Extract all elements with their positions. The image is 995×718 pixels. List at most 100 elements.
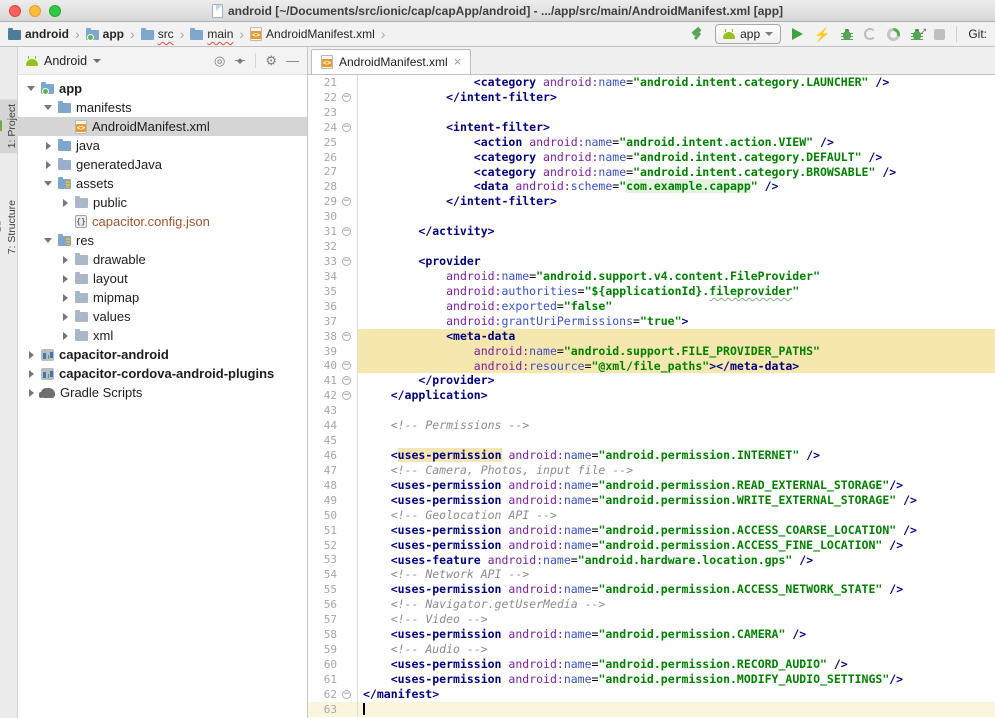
minimize-window-button[interactable] [29, 5, 41, 17]
code-line[interactable]: 58 <uses-permission android:name="androi… [308, 627, 995, 642]
code-line[interactable]: 46 <uses-permission android:name="androi… [308, 448, 995, 463]
tree-item-androidmanifest-xml[interactable]: AndroidManifest.xml [18, 117, 307, 136]
code-line[interactable]: 47 <!-- Camera, Photos, input file --> [308, 463, 995, 478]
code-line[interactable]: 50 <!-- Geolocation API --> [308, 508, 995, 523]
tree-expand-icon[interactable] [41, 161, 55, 169]
fold-marker-icon[interactable]: − [337, 257, 356, 266]
code-line[interactable]: 63 [308, 702, 995, 717]
run-configuration-select[interactable]: app [715, 24, 781, 44]
project-view-selector[interactable]: Android [44, 54, 87, 68]
tree-item-gradle-scripts[interactable]: Gradle Scripts [18, 383, 307, 402]
fold-marker-icon[interactable]: − [337, 227, 356, 236]
code-line[interactable]: 36 android:exported="false" [308, 299, 995, 314]
code-line[interactable]: 56 <!-- Navigator.getUserMedia --> [308, 597, 995, 612]
code-line[interactable]: 39 android:name="android.support.FILE_PR… [308, 344, 995, 359]
code-line[interactable]: 53 <uses-feature android:name="android.h… [308, 553, 995, 568]
code-line[interactable]: 62−</manifest> [308, 687, 995, 702]
code-line[interactable]: 29− </intent-filter> [308, 194, 995, 209]
coverage-icon[interactable] [864, 28, 876, 40]
code-line[interactable]: 37 android:grantUriPermissions="true"> [308, 314, 995, 329]
tree-expand-icon[interactable] [41, 142, 55, 150]
code-line[interactable]: 32 [308, 239, 995, 254]
tree-expand-icon[interactable] [58, 332, 72, 340]
tree-item-capacitor-config-json[interactable]: {}capacitor.config.json [18, 212, 307, 231]
code-line[interactable]: 49 <uses-permission android:name="androi… [308, 493, 995, 508]
tree-item-manifests[interactable]: manifests [18, 98, 307, 117]
code-line[interactable]: 59 <!-- Audio --> [308, 642, 995, 657]
tree-expand-icon[interactable] [24, 389, 38, 397]
tree-expand-icon[interactable] [24, 351, 38, 359]
code-line[interactable]: 28 <data android:scheme="com.example.cap… [308, 179, 995, 194]
code-line[interactable]: 44 <!-- Permissions --> [308, 418, 995, 433]
tool-window-button-1-project[interactable]: 1: Project [0, 99, 18, 153]
collapse-all-icon[interactable] [234, 55, 246, 67]
tree-item-app[interactable]: app [18, 79, 307, 98]
attach-debugger-button[interactable]: ↗ [911, 28, 923, 41]
tree-item-java[interactable]: java [18, 136, 307, 155]
close-icon[interactable]: × [454, 56, 462, 68]
code-line[interactable]: 40− android:resource="@xml/file_paths"><… [308, 359, 995, 374]
fold-marker-icon[interactable]: − [337, 332, 356, 341]
code-line[interactable]: 33− <provider [308, 254, 995, 269]
code-line[interactable]: 60 <uses-permission android:name="androi… [308, 657, 995, 672]
code-line[interactable]: 25 <action android:name="android.intent.… [308, 135, 995, 150]
tree-item-xml[interactable]: xml [18, 326, 307, 345]
code-line[interactable]: 57 <!-- Video --> [308, 612, 995, 627]
breadcrumb-item[interactable]: android [8, 27, 69, 41]
tree-item-assets[interactable]: assets [18, 174, 307, 193]
tree-expand-icon[interactable] [24, 86, 38, 91]
editor-tab[interactable]: AndroidManifest.xml × [311, 49, 471, 74]
code-line[interactable]: 55 <uses-permission android:name="androi… [308, 582, 995, 597]
fold-marker-icon[interactable]: − [337, 376, 356, 385]
code-line[interactable]: 27 <category android:name="android.inten… [308, 165, 995, 180]
tree-item-mipmap[interactable]: mipmap [18, 288, 307, 307]
fold-marker-icon[interactable]: − [337, 197, 356, 206]
fold-marker-icon[interactable]: − [337, 690, 356, 699]
git-branch-label[interactable]: Git: [968, 27, 987, 41]
tree-expand-icon[interactable] [58, 256, 72, 264]
tree-item-res[interactable]: res [18, 231, 307, 250]
code-line[interactable]: 38− <meta-data [308, 329, 995, 344]
code-line[interactable]: 52 <uses-permission android:name="androi… [308, 538, 995, 553]
code-line[interactable]: 54 <!-- Network API --> [308, 567, 995, 582]
hide-panel-icon[interactable]: — [286, 54, 299, 67]
tree-item-drawable[interactable]: drawable [18, 250, 307, 269]
breadcrumb-item[interactable]: AndroidManifest.xml [250, 27, 375, 41]
code-line[interactable]: 23 [308, 105, 995, 120]
tree-item-public[interactable]: public [18, 193, 307, 212]
code-line[interactable]: 41− </provider> [308, 373, 995, 388]
zoom-window-button[interactable] [49, 5, 61, 17]
tree-expand-icon[interactable] [58, 294, 72, 302]
code-line[interactable]: 45 [308, 433, 995, 448]
tree-item-generatedjava[interactable]: generatedJava [18, 155, 307, 174]
locate-file-icon[interactable]: ◎ [214, 54, 225, 67]
close-window-button[interactable] [9, 5, 21, 17]
tree-expand-icon[interactable] [24, 370, 38, 378]
code-line[interactable]: 51 <uses-permission android:name="androi… [308, 523, 995, 538]
code-line[interactable]: 34 android:name="android.support.v4.cont… [308, 269, 995, 284]
tree-expand-icon[interactable] [41, 238, 55, 243]
tree-expand-icon[interactable] [58, 313, 72, 321]
tree-item-layout[interactable]: layout [18, 269, 307, 288]
profiler-icon[interactable] [887, 28, 900, 41]
code-line[interactable]: 61 <uses-permission android:name="androi… [308, 672, 995, 687]
tree-expand-icon[interactable] [58, 275, 72, 283]
build-hammer-icon[interactable] [690, 27, 704, 41]
code-line[interactable]: 35 android:authorities="${applicationId}… [308, 284, 995, 299]
code-editor[interactable]: 21 <category android:name="android.inten… [308, 75, 995, 718]
code-line[interactable]: 31− </activity> [308, 224, 995, 239]
tree-expand-icon[interactable] [58, 199, 72, 207]
tree-item-values[interactable]: values [18, 307, 307, 326]
fold-marker-icon[interactable]: − [337, 93, 356, 102]
debug-button[interactable] [841, 28, 853, 41]
code-line[interactable]: 22− </intent-filter> [308, 90, 995, 105]
tree-item-capacitor-cordova-android-plugins[interactable]: capacitor-cordova-android-plugins [18, 364, 307, 383]
code-line[interactable]: 42− </application> [308, 388, 995, 403]
code-line[interactable]: 43 [308, 403, 995, 418]
fold-marker-icon[interactable]: − [337, 391, 356, 400]
tree-item-capacitor-android[interactable]: capacitor-android [18, 345, 307, 364]
breadcrumb-item[interactable]: app [86, 27, 124, 41]
code-line[interactable]: 21 <category android:name="android.inten… [308, 75, 995, 90]
run-button[interactable] [792, 28, 803, 40]
tree-expand-icon[interactable] [41, 105, 55, 110]
